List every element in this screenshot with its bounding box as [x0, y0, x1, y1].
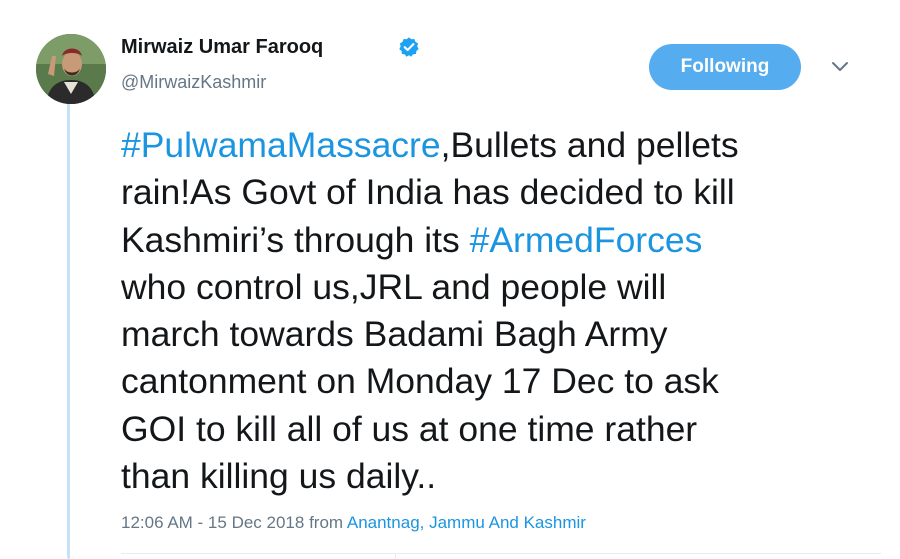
divider: [121, 553, 881, 554]
tweet-line-8: than killing us daily..: [121, 456, 437, 497]
tweet-line-3: Kashmiri’s through its #ArmedForces: [121, 217, 881, 264]
avatar[interactable]: [36, 34, 106, 104]
tweet-line-7: GOI to kill all of us at one time rather: [121, 408, 698, 449]
divider-tick: [395, 553, 396, 559]
tweet-line-5: march towards Badami Bagh Army: [121, 314, 668, 355]
hashtag-link-armedforces[interactable]: #ArmedForces: [470, 220, 703, 260]
profile-photo: [36, 34, 106, 104]
tweet-line-6: cantonment on Monday 17 Dec to ask: [121, 361, 719, 402]
tweet-metadata: 12:06 AM - 15 Dec 2018 from Anantnag, Ja…: [121, 513, 586, 533]
location-link[interactable]: Anantnag, Jammu And Kashmir: [347, 513, 586, 532]
thread-connector-line: [67, 103, 70, 559]
from-label: from: [304, 513, 347, 532]
tweet-text: #PulwamaMassacre,Bullets and pellets rai…: [121, 122, 881, 500]
author-display-name[interactable]: Mirwaiz Umar Farooq: [121, 36, 323, 59]
tweet-line-1-text: ,Bullets and pellets: [440, 125, 739, 165]
tweet-timestamp[interactable]: 12:06 AM - 15 Dec 2018: [121, 513, 304, 532]
hashtag-link-pulwamamassacre[interactable]: #PulwamaMassacre: [121, 125, 441, 165]
verified-badge-icon: [399, 37, 419, 57]
tweet-line-1: #PulwamaMassacre,Bullets and pellets: [121, 122, 881, 169]
tweet-line-2: rain!As Govt of India has decided to kil…: [121, 172, 735, 213]
author-handle[interactable]: @MirwaizKashmir: [121, 72, 266, 93]
tweet-line-3-text: Kashmiri’s through its: [121, 219, 470, 260]
following-button[interactable]: Following: [649, 44, 801, 90]
tweet-line-4: who control us,JRL and people will: [121, 266, 667, 307]
chevron-down-icon[interactable]: [826, 55, 854, 79]
